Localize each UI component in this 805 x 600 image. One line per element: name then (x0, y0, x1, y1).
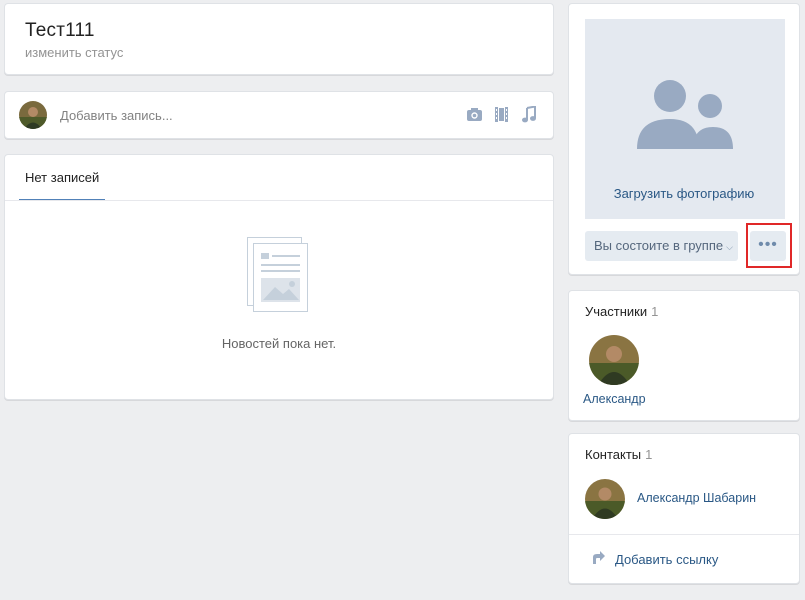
contact-name-link[interactable]: Александр Шабарин (637, 491, 756, 505)
post-composer[interactable]: Добавить запись... (4, 91, 554, 139)
contact-avatar[interactable] (585, 479, 625, 519)
members-count: 1 (651, 304, 659, 319)
change-status-link[interactable]: изменить статус (25, 45, 123, 60)
arrow-link-icon (591, 551, 605, 568)
members-title-label: Участники (585, 304, 648, 319)
add-link-button[interactable]: Добавить ссылку (591, 551, 718, 568)
group-name: Тест111 (25, 20, 95, 41)
contacts-title-label: Контакты (585, 447, 642, 462)
group-icon (637, 80, 733, 149)
composer-placeholder[interactable]: Добавить запись... (60, 108, 173, 123)
membership-label: Вы состоите в группе (594, 238, 724, 253)
empty-news-icon (247, 237, 311, 315)
wall-section: Нет записей Новостей пока нет. (4, 154, 554, 400)
divider (5, 200, 553, 201)
more-actions-button[interactable]: ••• (750, 231, 786, 261)
avatar (19, 101, 47, 129)
attachment-icons (466, 105, 537, 123)
add-link-label: Добавить ссылку (615, 552, 719, 567)
members-title[interactable]: Участники 1 (585, 304, 658, 319)
empty-feed-message: Новостей пока нет. (221, 336, 337, 351)
member-avatar[interactable] (589, 335, 639, 385)
group-photo-card: Загрузить фотографию Вы состоите в групп… (568, 3, 800, 275)
upload-photo-link[interactable]: Загрузить фотографию (569, 186, 799, 201)
film-icon[interactable] (493, 106, 510, 123)
members-card: Участники 1 Александр (568, 290, 800, 421)
camera-icon[interactable] (466, 106, 483, 123)
member-name-link[interactable]: Александр (583, 392, 646, 406)
group-header-card: Тест111 изменить статус (4, 3, 554, 75)
contacts-title[interactable]: Контакты 1 (585, 447, 652, 462)
membership-dropdown-button[interactable]: Вы состоите в группе ⌵ (585, 231, 738, 261)
contacts-count: 1 (645, 447, 653, 462)
chevron-down-icon: ⌵ (726, 242, 733, 252)
contacts-card: Контакты 1 Александр Шабарин Добавить ссы… (568, 433, 800, 584)
divider (569, 534, 799, 535)
tab-no-posts[interactable]: Нет записей (19, 155, 106, 201)
music-icon[interactable] (520, 105, 537, 123)
